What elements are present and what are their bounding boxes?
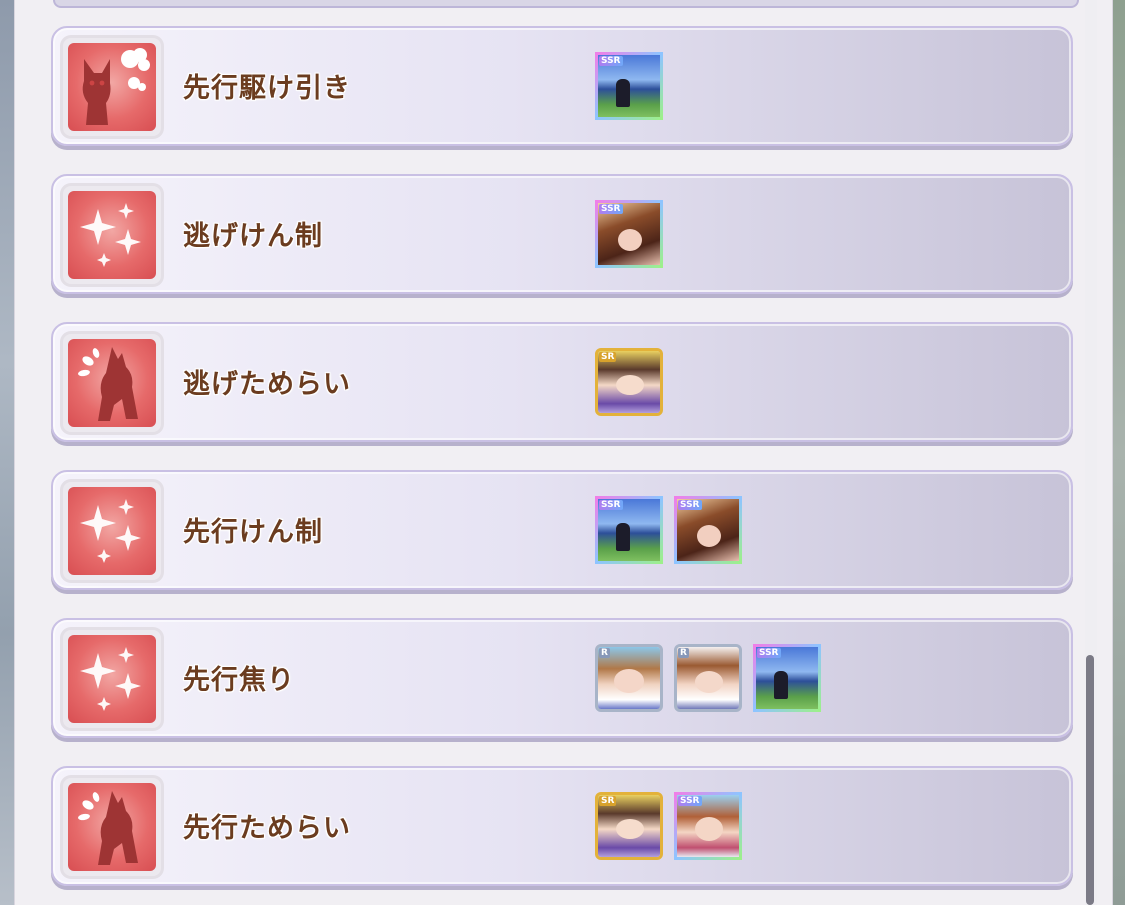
support-card[interactable]: R — [674, 644, 742, 712]
sparkle-icon — [68, 487, 156, 575]
skill-icon-frame — [63, 334, 161, 432]
skill-name: 逃げためらい — [183, 369, 351, 400]
previous-row-edge — [53, 0, 1079, 8]
rarity-badge: SSR — [678, 500, 702, 510]
support-card[interactable]: SSR — [595, 496, 663, 564]
skill-icon-frame — [63, 38, 161, 136]
skill-icon-frame — [63, 630, 161, 728]
support-card[interactable]: SR — [595, 348, 663, 416]
horse-sweat-icon — [68, 339, 156, 427]
skill-row[interactable]: 先行焦り R R SSR — [51, 618, 1073, 738]
background-left — [0, 0, 14, 905]
skill-name: 先行焦り — [183, 665, 295, 696]
support-card[interactable]: SSR — [674, 496, 742, 564]
skill-icon-frame — [63, 482, 161, 580]
skill-name: 先行ためらい — [183, 813, 351, 844]
skill-row[interactable]: 逃げけん制 SSR — [51, 174, 1073, 294]
sparkle-icon — [68, 191, 156, 279]
skill-icon-frame — [63, 186, 161, 284]
skill-row[interactable]: 先行駆け引き SSR — [51, 26, 1073, 146]
rarity-badge: R — [678, 648, 689, 658]
skill-row[interactable]: 逃げためらい SR — [51, 322, 1073, 442]
rarity-badge: SR — [599, 796, 617, 806]
skill-row[interactable]: 先行けん制 SSR SSR — [51, 470, 1073, 590]
rarity-badge: SR — [599, 352, 617, 362]
support-card[interactable]: SSR — [753, 644, 821, 712]
horse-sweat-icon — [68, 783, 156, 871]
skill-name: 先行駆け引き — [183, 73, 351, 104]
scrollbar-thumb[interactable] — [1086, 655, 1094, 905]
support-card[interactable]: SSR — [595, 200, 663, 268]
rarity-badge: SSR — [599, 56, 623, 66]
skill-list-panel: 先行駆け引き SSR 逃げけん制 SSR 逃げためらい SR 先行けん制 SSR SSR 先行焦り… — [14, 0, 1113, 905]
support-card[interactable]: SSR — [595, 52, 663, 120]
horse-puffing-icon — [68, 43, 156, 131]
support-card[interactable]: SR — [595, 792, 663, 860]
rarity-badge: SSR — [757, 648, 781, 658]
support-card[interactable]: SSR — [674, 792, 742, 860]
skill-name: 先行けん制 — [183, 517, 323, 548]
sparkle-icon — [68, 635, 156, 723]
support-card[interactable]: R — [595, 644, 663, 712]
skill-icon-frame — [63, 778, 161, 876]
rarity-badge: SSR — [678, 796, 702, 806]
rarity-badge: SSR — [599, 500, 623, 510]
skill-row[interactable]: 先行ためらい SR SSR — [51, 766, 1073, 886]
skill-name: 逃げけん制 — [183, 221, 323, 252]
background-right — [1111, 0, 1125, 905]
rarity-badge: R — [599, 648, 610, 658]
rarity-badge: SSR — [599, 204, 623, 214]
